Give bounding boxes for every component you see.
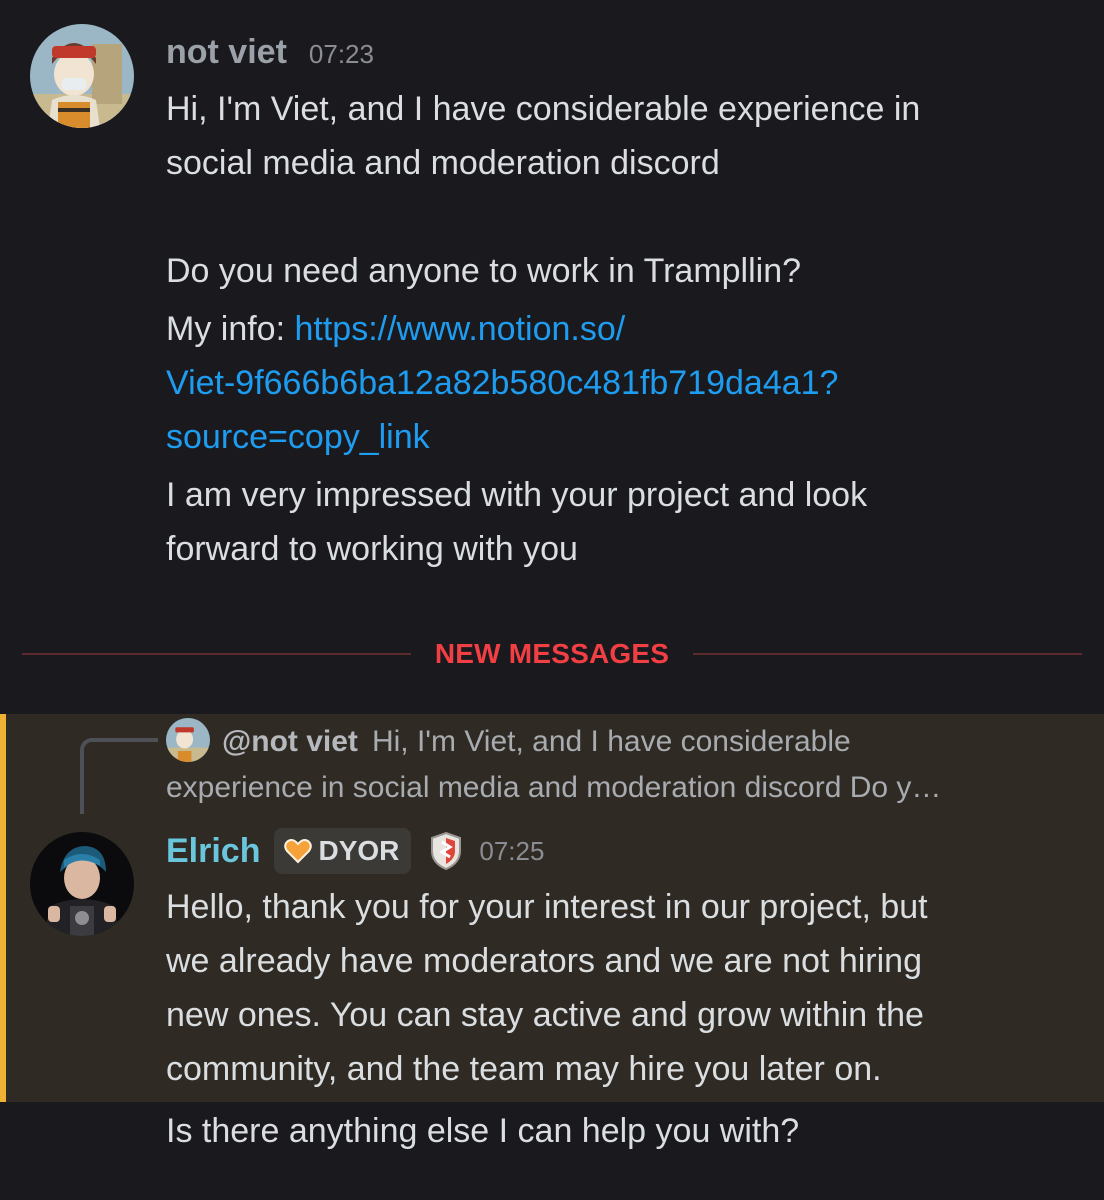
message-header: not viet 07:23 xyxy=(166,32,374,72)
shield-icon[interactable] xyxy=(429,831,463,871)
reply-author[interactable]: @not viet xyxy=(222,725,358,758)
message-line: Hi, I'm Viet, and I have considerable ex… xyxy=(166,90,921,128)
new-messages-label: NEW MESSAGES xyxy=(434,638,670,669)
reply-preview-text: Hi, I'm Viet, and I have considerable xyxy=(371,725,851,758)
reply-avatar[interactable] xyxy=(166,718,210,762)
avatar-not-viet[interactable] xyxy=(30,24,134,128)
reply-connector xyxy=(80,738,158,814)
server-tag-label: DYOR xyxy=(318,835,400,866)
message-line: social media and moderation discord xyxy=(166,144,720,182)
message-line: Is there anything else I can help you wi… xyxy=(166,1112,800,1150)
divider-line xyxy=(22,653,411,655)
message-content: Hi, I'm Viet, and I have considerable ex… xyxy=(166,82,1066,576)
message-line: community, and the team may hire you lat… xyxy=(166,1050,882,1088)
author-name[interactable]: not viet xyxy=(166,32,287,72)
new-messages-divider: NEW MESSAGES xyxy=(22,634,1082,674)
message-line: Do you need anyone to work in Trampllin? xyxy=(166,252,802,290)
notion-link[interactable]: https://www.notion.so/ xyxy=(294,310,625,348)
message-line: source=copy_link xyxy=(166,410,1066,464)
author-name[interactable]: Elrich xyxy=(166,831,260,871)
message-content: Hello, thank you for your interest in ou… xyxy=(166,880,1066,1096)
info-label: My info: xyxy=(166,310,295,348)
notion-link-cont[interactable]: source=copy_link xyxy=(166,418,430,456)
message-line: we already have moderators and we are no… xyxy=(166,942,922,980)
avatar-elrich[interactable] xyxy=(30,832,134,936)
server-tag-badge[interactable]: DYOR xyxy=(274,828,412,874)
message-timestamp: 07:23 xyxy=(308,39,374,69)
reply-preview[interactable]: @not viet Hi, I'm Viet, and I have consid… xyxy=(222,722,851,762)
message-line: I am very impressed with your project an… xyxy=(166,476,868,514)
reply-preview-text[interactable]: experience in social media and moderatio… xyxy=(166,768,941,808)
message-line: new ones. You can stay active and grow w… xyxy=(166,996,924,1034)
chat-view: not viet 07:23 Hi, I'm Viet, and I have … xyxy=(0,0,1104,1200)
divider-line xyxy=(693,653,1082,655)
heart-icon xyxy=(284,838,313,864)
message-header: Elrich DYOR 07:25 xyxy=(166,828,544,874)
message-content: Is there anything else I can help you wi… xyxy=(166,1104,1066,1158)
message-timestamp: 07:25 xyxy=(479,835,545,866)
notion-link-cont[interactable]: Viet-9f666b6ba12a82b580c481fb719da4a1? xyxy=(166,364,838,402)
message-line: forward to working with you xyxy=(166,530,578,568)
message-line: Hello, thank you for your interest in ou… xyxy=(166,888,928,926)
message-line: Viet-9f666b6ba12a82b580c481fb719da4a1? xyxy=(166,356,1066,410)
message-line: My info: https://www.notion.so/ xyxy=(166,302,1066,356)
